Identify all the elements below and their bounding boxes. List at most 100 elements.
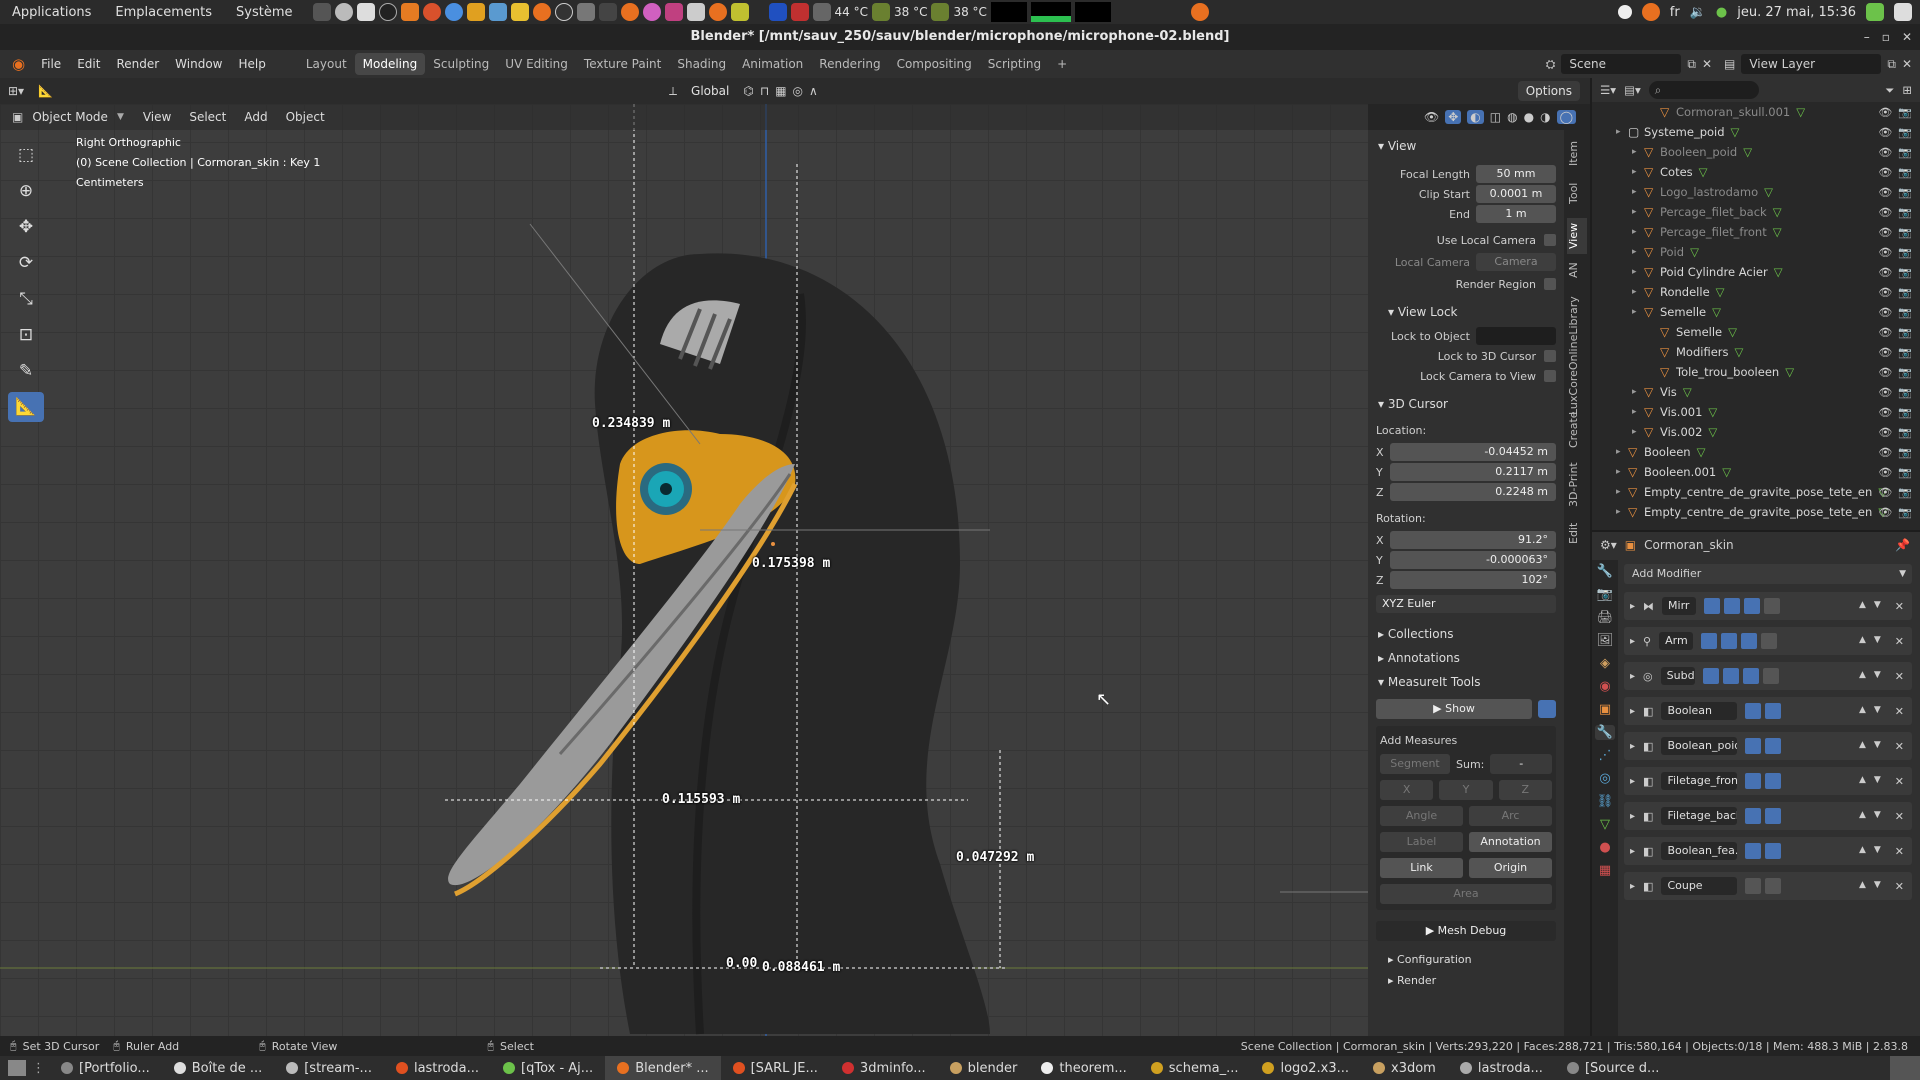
snap-icon[interactable]: ⊓ <box>760 84 769 98</box>
render-camera-icon[interactable]: 📷 <box>1898 226 1912 239</box>
viewport-toggle-icon[interactable] <box>1765 738 1782 754</box>
constraints-tab-icon[interactable]: ⛓ <box>1597 794 1614 809</box>
render-camera-icon[interactable]: 📷 <box>1898 146 1912 159</box>
move-icon[interactable]: ✥ <box>8 212 44 242</box>
add-modifier-dropdown[interactable]: Add Modifier ▼ <box>1624 564 1912 584</box>
taskbar-item[interactable]: schema_... <box>1139 1061 1251 1076</box>
taskbar-item[interactable]: Blender* ... <box>605 1056 721 1080</box>
expand-arrow-icon[interactable]: ▸ <box>1630 601 1635 612</box>
modifier-name-field[interactable]: Boolean_fea... <box>1661 842 1738 860</box>
inkscape-icon[interactable] <box>554 3 573 21</box>
arc-button[interactable]: Arc <box>1469 806 1552 826</box>
pin-icon[interactable]: 📌 <box>1895 538 1920 552</box>
object-tab-icon[interactable]: ▣ <box>1599 702 1611 717</box>
expand-arrow-icon[interactable]: ▸ <box>1632 267 1644 277</box>
keyboard-layout[interactable]: fr <box>1670 5 1680 20</box>
render-camera-icon[interactable]: 📷 <box>1898 366 1912 379</box>
visibility-eye-icon[interactable]: 👁 <box>1878 226 1892 239</box>
move-down-icon[interactable]: ▼ <box>1874 775 1881 788</box>
configuration-header[interactable]: ▸ Configuration <box>1368 948 1564 972</box>
visibility-eye-icon[interactable]: 👁 <box>1878 386 1892 399</box>
annotation-button[interactable]: Annotation <box>1469 832 1552 852</box>
expand-arrow-icon[interactable]: ▸ <box>1630 741 1635 752</box>
rendered-icon[interactable]: ◯ <box>1556 110 1576 124</box>
render-toggle-icon[interactable] <box>1745 878 1762 894</box>
modifier-name-field[interactable]: Subd <box>1660 667 1695 685</box>
render-camera-icon[interactable]: 📷 <box>1898 486 1912 499</box>
render-camera-icon[interactable]: 📷 <box>1898 446 1912 459</box>
clip-start-field[interactable]: 0.0001 m <box>1476 185 1556 203</box>
expand-arrow-icon[interactable]: ▸ <box>1630 811 1635 822</box>
app6-icon[interactable] <box>598 3 617 21</box>
visibility-eye-icon[interactable]: 👁 <box>1878 486 1892 499</box>
outliner-row[interactable]: ▸ ▽ Empty_centre_de_gravite_pose_tete_en ▽ 👁… <box>1592 482 1920 502</box>
remove-modifier-icon[interactable]: ✕ <box>1895 880 1904 893</box>
move-up-icon[interactable]: ▲ <box>1859 670 1866 683</box>
taskbar-item[interactable]: [stream-... <box>274 1061 384 1076</box>
editor-type-icon[interactable]: ⊞▾ <box>0 84 32 98</box>
render-camera-icon[interactable]: 📷 <box>1898 406 1912 419</box>
focal-length-field[interactable]: 50 mm <box>1476 165 1556 183</box>
transform-orientation-dropdown[interactable]: Global <box>683 81 737 101</box>
modifier-panel[interactable]: ▸ ⚲ Arm ▲ ▼ ✕ <box>1624 627 1912 655</box>
visibility-eye-icon[interactable]: 👁 <box>1878 286 1892 299</box>
rotate-icon[interactable]: ⟳ <box>8 248 44 278</box>
tab-shading[interactable]: Shading <box>669 53 734 75</box>
visibility-eye-icon[interactable]: 👁 <box>1878 466 1892 479</box>
visibility-eye-icon[interactable]: 👁 <box>1878 326 1892 339</box>
remove-modifier-icon[interactable]: ✕ <box>1895 705 1904 718</box>
render-toggle-icon[interactable] <box>1701 633 1718 649</box>
expand-arrow-icon[interactable]: ▸ <box>1632 247 1644 257</box>
view-lock-header[interactable]: ▾ View Lock <box>1368 300 1564 324</box>
minimize-icon[interactable]: – <box>1864 30 1870 44</box>
area-button[interactable]: Area <box>1380 884 1552 904</box>
pivot-icon[interactable]: ⌬ <box>743 84 753 98</box>
expand-arrow-icon[interactable]: ▸ <box>1630 671 1635 682</box>
close-icon[interactable]: ✕ <box>1902 30 1912 44</box>
viewport-toggle-icon[interactable] <box>1765 703 1782 719</box>
firefox-icon[interactable] <box>400 3 419 21</box>
render-camera-icon[interactable]: 📷 <box>1898 306 1912 319</box>
tab-luxcore-library[interactable]: LuxCoreOnlineLibrary <box>1567 288 1587 424</box>
render-camera-icon[interactable]: 📷 <box>1898 266 1912 279</box>
taskbar-item[interactable]: x3dom <box>1361 1061 1448 1076</box>
3d-cursor-header[interactable]: ▾ 3D Cursor <box>1368 392 1564 416</box>
move-down-icon[interactable]: ▼ <box>1874 740 1881 753</box>
app-green-icon[interactable] <box>1866 3 1884 21</box>
tab-tool[interactable]: Tool <box>1567 178 1587 208</box>
modifier-panel[interactable]: ▸ ◧ Coupe ▲ ▼ ✕ <box>1624 872 1912 900</box>
visibility-eye-icon[interactable]: 👁 <box>1878 246 1892 259</box>
editmode-toggle-icon[interactable] <box>1741 633 1758 649</box>
tool-tab-icon[interactable]: 🔧 <box>1597 564 1613 579</box>
render-camera-icon[interactable]: 📷 <box>1898 466 1912 479</box>
show-desktop-icon[interactable] <box>8 1060 26 1076</box>
render-camera-icon[interactable]: 📷 <box>1898 346 1912 359</box>
outliner-row[interactable]: ▸ ▽ Booleen.001 ▽ 👁 📷 <box>1592 462 1920 482</box>
outliner-row[interactable]: ▸ ▢ Systeme_poid ▽ 👁 📷 <box>1592 122 1920 142</box>
visibility-eye-icon[interactable]: 👁 <box>1878 406 1892 419</box>
modifier-panel[interactable]: ▸ ◧ Boolean_fea... ▲ ▼ ✕ <box>1624 837 1912 865</box>
render-toggle-icon[interactable] <box>1745 843 1762 859</box>
mode-dropdown[interactable]: Object Mode <box>23 110 117 124</box>
wireframe-icon[interactable]: ◍ <box>1507 110 1517 124</box>
blender-logo-icon[interactable]: ◉ <box>0 55 33 73</box>
view-layer-tab-icon[interactable]: 🖼 <box>1597 633 1614 648</box>
outliner-row[interactable]: ▸ ▽ Vis.002 ▽ 👁 📷 <box>1592 422 1920 442</box>
system-menu[interactable]: Système <box>224 5 304 20</box>
app3-icon[interactable] <box>488 3 507 21</box>
link-button[interactable]: Link <box>1380 858 1463 878</box>
app7-icon[interactable] <box>642 3 661 21</box>
expand-arrow-icon[interactable]: ▸ <box>1632 387 1644 397</box>
visibility-eye-icon[interactable]: 👁 <box>1878 346 1892 359</box>
move-up-icon[interactable]: ▲ <box>1859 740 1866 753</box>
visibility-eye-icon[interactable]: 👁 <box>1878 426 1892 439</box>
taskbar-item[interactable]: logo2.x3... <box>1250 1061 1361 1076</box>
tab-edit[interactable]: Edit <box>1567 518 1587 548</box>
outliner-row[interactable]: ▸ ▽ Rondelle ▽ 👁 📷 <box>1592 282 1920 302</box>
cursor-icon[interactable]: ⊕ <box>8 176 44 206</box>
data-tab-icon[interactable]: ▽ <box>1600 817 1610 832</box>
expand-arrow-icon[interactable]: ▸ <box>1616 447 1628 457</box>
render-header[interactable]: ▸ Render <box>1368 972 1564 990</box>
expand-arrow-icon[interactable]: ▸ <box>1616 507 1628 517</box>
viewport-toggle-icon[interactable] <box>1724 598 1741 614</box>
